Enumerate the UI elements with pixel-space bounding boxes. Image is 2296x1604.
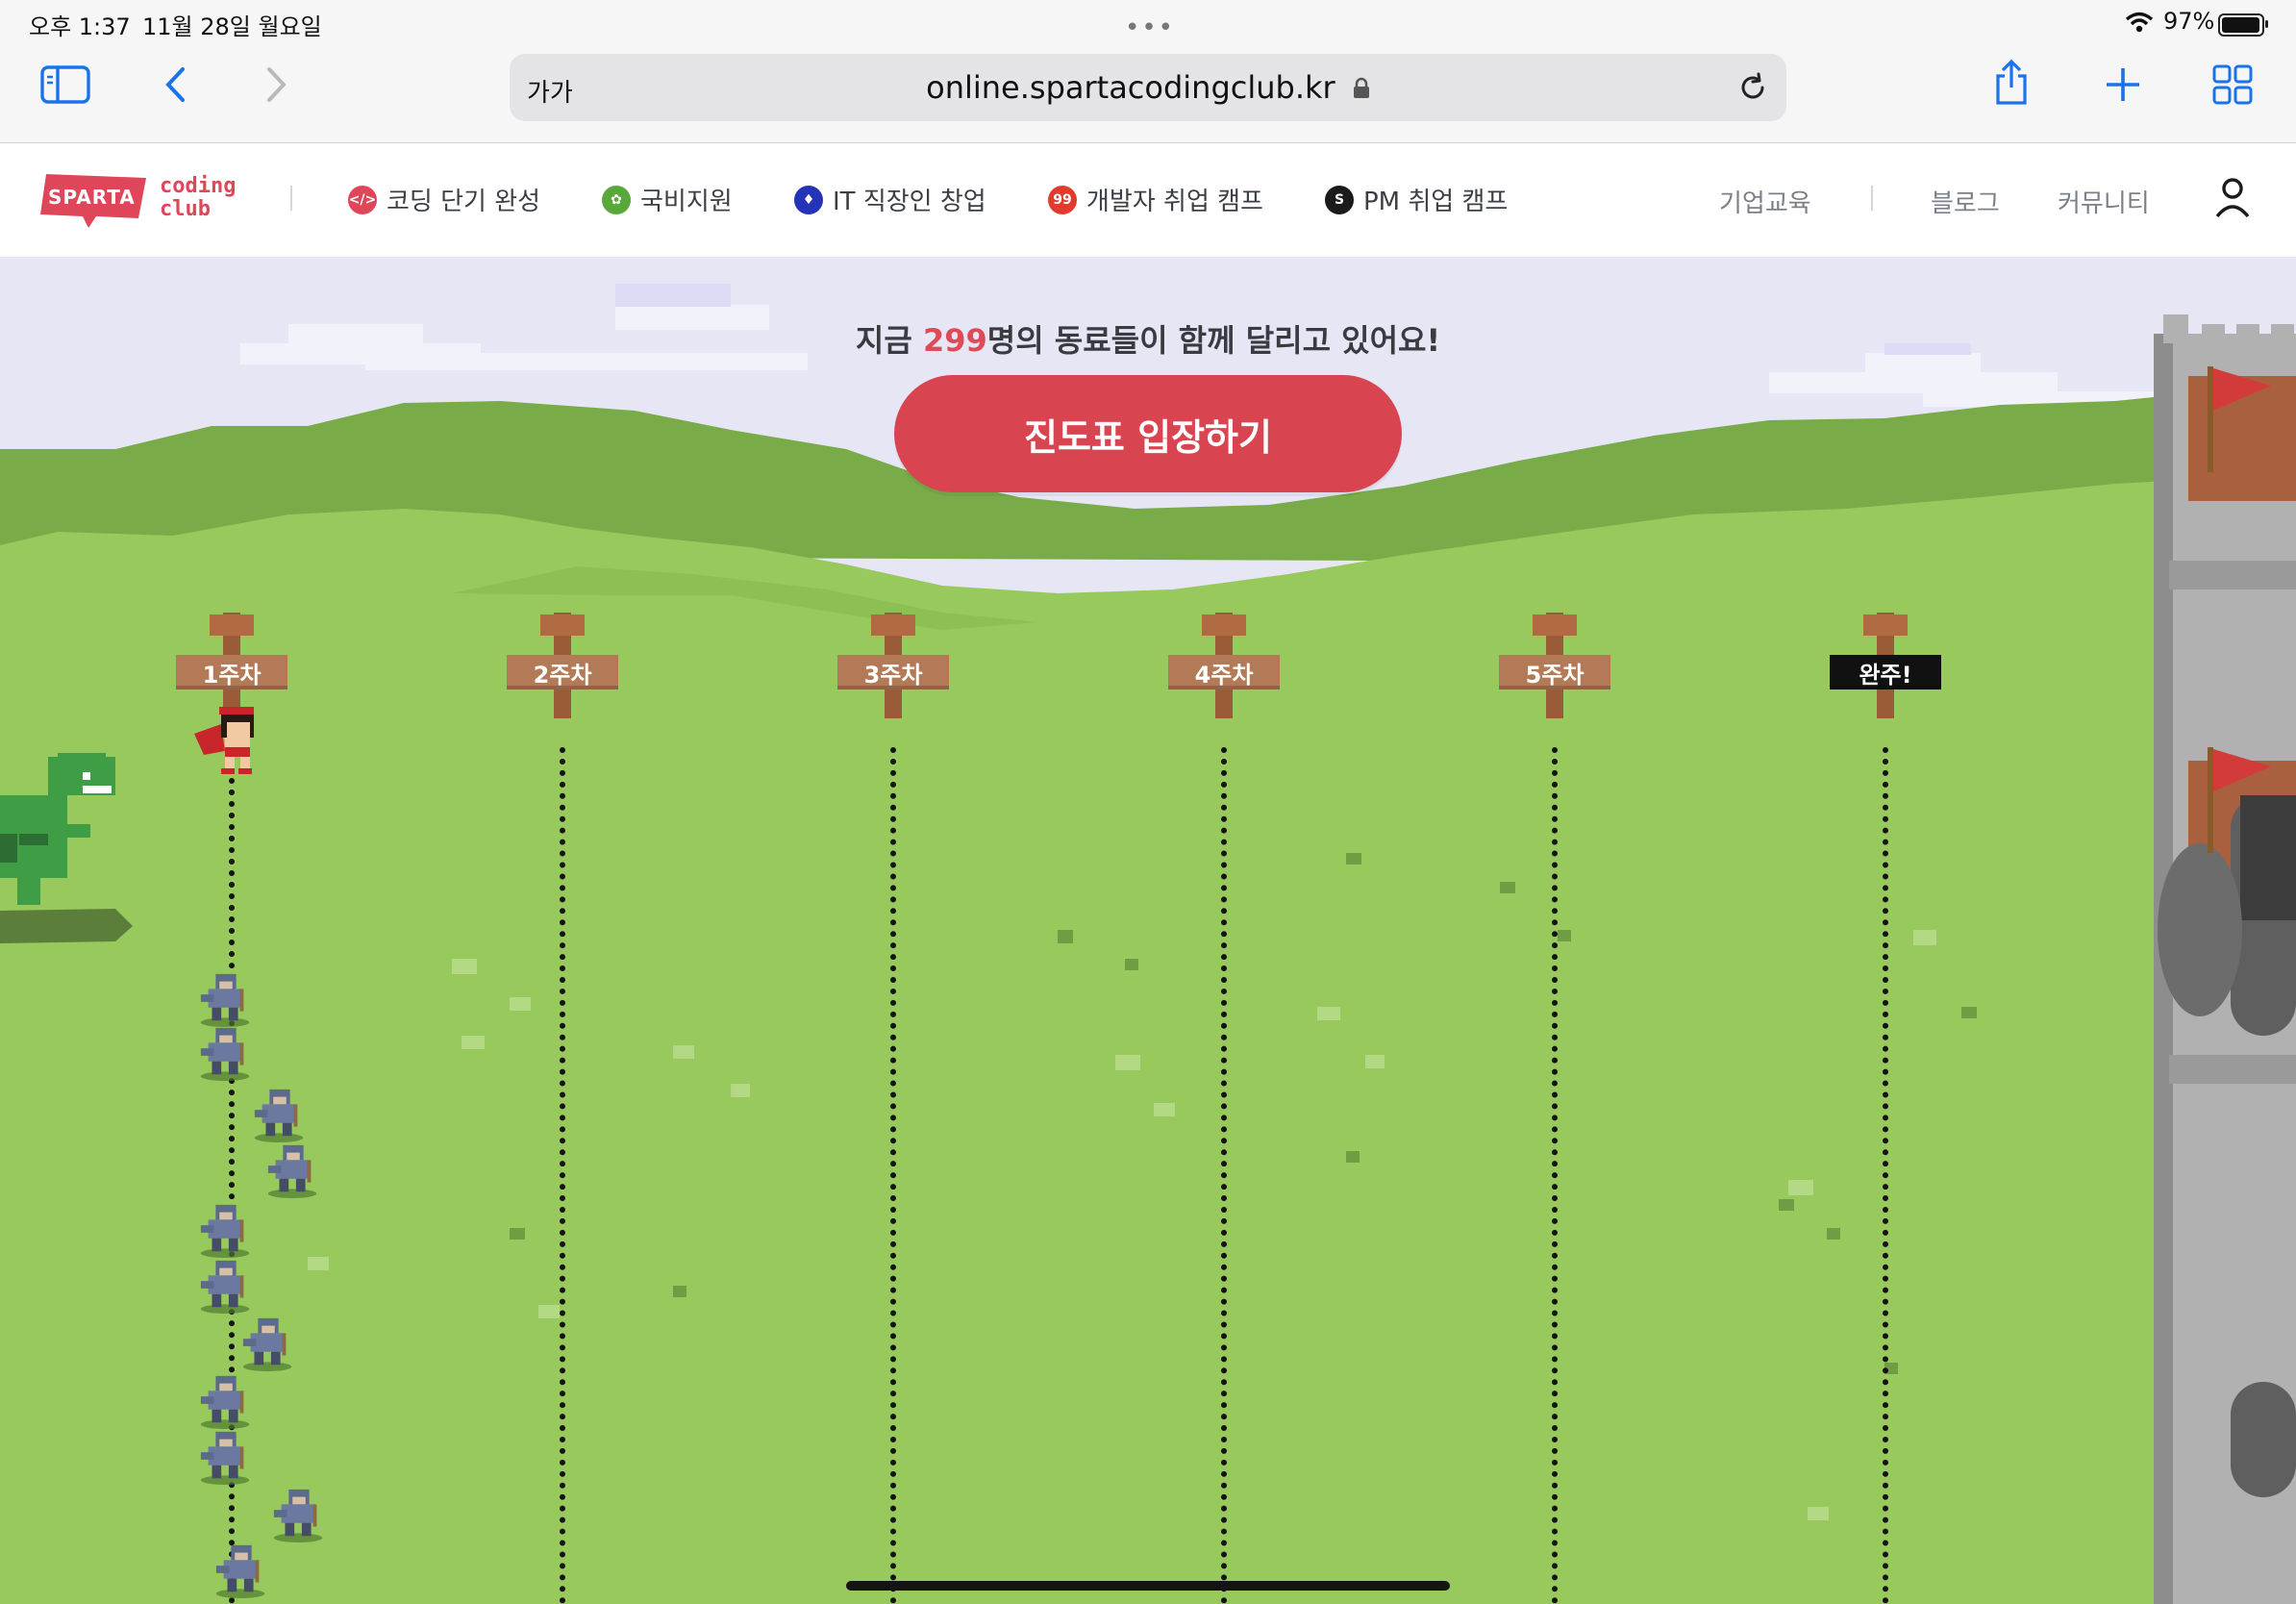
nav-b2b[interactable]: 기업교육	[1719, 184, 1811, 219]
soldier-icon	[200, 1027, 250, 1082]
sidebar-icon	[40, 65, 90, 104]
browser-chrome: 오후 1:37 11월 28일 월요일 ••• 97% 가가 online.sp…	[0, 0, 2296, 143]
battery-percent: 97%	[2163, 8, 2215, 35]
soldier-icon	[200, 1431, 250, 1486]
soldier-icon	[254, 1089, 304, 1143]
progress-race-scene: 지금 299명의 동료들이 함께 달리고 있어요! 진도표 입장하기 1주차 2…	[0, 257, 2296, 1604]
milestone-sign: 2주차	[507, 655, 618, 689]
milestone-sign: 4주차	[1168, 655, 1280, 689]
nav-label: PM 취업 캠프	[1363, 188, 1509, 216]
milestone-sign: 5주차	[1499, 655, 1610, 689]
header-divider	[1871, 186, 1873, 211]
home-indicator[interactable]	[846, 1581, 1450, 1591]
nav-dev-camp[interactable]: 99 개발자 취업 캠프	[1048, 182, 1263, 217]
logo-brand: SPARTA	[48, 186, 136, 209]
nav-it-startup[interactable]: ♦ IT 직장인 창업	[794, 182, 986, 217]
runner-count-headline: 지금 299명의 동료들이 함께 달리고 있어요!	[0, 316, 2296, 361]
logo-club: club	[160, 197, 211, 221]
nav-label: 국비지원	[640, 188, 733, 216]
enter-progress-board-button[interactable]: 진도표 입장하기	[894, 375, 1402, 492]
url-label: online.spartacodingclub.kr	[926, 69, 1335, 106]
sidebar-toggle-button[interactable]	[40, 60, 90, 110]
s-icon: S	[1325, 185, 1354, 214]
battery-level	[2222, 17, 2259, 33]
share-button[interactable]	[1986, 58, 2036, 108]
nav-label: IT 직장인 창업	[833, 188, 986, 216]
soldier-icon	[200, 1204, 250, 1259]
battery-icon	[2218, 13, 2268, 37]
user-icon[interactable]	[2213, 176, 2252, 218]
lane-line	[1221, 747, 1227, 1604]
lane-line	[1883, 747, 1888, 1604]
share-icon	[1996, 59, 2027, 105]
signpost-cap	[1533, 614, 1577, 636]
chevron-right-icon	[267, 67, 287, 102]
plus-icon	[2107, 68, 2139, 101]
nav-coding-short[interactable]: </> 코딩 단기 완성	[348, 182, 540, 217]
nav-label: 개발자 취업 캠프	[1086, 188, 1263, 216]
soldier-icon	[267, 1144, 317, 1199]
sparta-logo[interactable]: SPARTA coding club	[38, 168, 260, 232]
runner-count: 299	[922, 322, 987, 359]
wifi-icon	[2125, 12, 2154, 33]
soldier-icon	[200, 1260, 250, 1315]
signpost-cap	[1863, 614, 1908, 636]
soldier-icon	[200, 1375, 250, 1430]
multitasking-dots-icon[interactable]: •••	[1125, 13, 1175, 42]
nav-blog[interactable]: 블로그	[1931, 184, 2000, 219]
soldier-icon	[273, 1489, 323, 1543]
lane-line	[1552, 747, 1558, 1604]
status-time: 오후 1:37	[29, 13, 131, 40]
nav-label: 코딩 단기 완성	[387, 188, 541, 216]
new-tab-button[interactable]	[2098, 60, 2148, 110]
logo-coding: coding	[160, 174, 237, 198]
signpost-cap	[1202, 614, 1246, 636]
tabs-grid-icon	[2212, 64, 2253, 105]
soldier-icon	[200, 973, 250, 1028]
chevron-left-icon	[165, 67, 185, 102]
flame-icon: ♦	[794, 185, 823, 214]
99-icon: 99	[1048, 185, 1077, 214]
milestone-sign: 1주차	[176, 655, 287, 689]
site-header: SPARTA coding club </> 코딩 단기 완성 ✿ 국비지원 ♦…	[0, 143, 2296, 257]
lane-line	[890, 747, 896, 1604]
nav-community[interactable]: 커뮤니티	[2058, 184, 2150, 219]
signpost-cap	[871, 614, 915, 636]
headline-suffix: 명의 동료들이 함께 달리고 있어요!	[986, 322, 1441, 359]
code-icon: </>	[348, 185, 377, 214]
lock-icon	[1353, 77, 1369, 98]
soldier-icon	[242, 1317, 292, 1372]
forward-button[interactable]	[252, 60, 302, 110]
url-text: online.spartacodingclub.kr	[510, 69, 1786, 106]
header-divider	[290, 186, 292, 211]
headline-prefix: 지금	[855, 322, 923, 359]
nav-pm-camp[interactable]: S PM 취업 캠프	[1325, 182, 1508, 217]
nav-government-support[interactable]: ✿ 국비지원	[602, 182, 733, 217]
reload-icon[interactable]	[1736, 71, 1769, 104]
back-button[interactable]	[150, 60, 200, 110]
address-bar[interactable]: 가가 online.spartacodingclub.kr	[510, 54, 1786, 121]
milestone-sign: 3주차	[837, 655, 949, 689]
status-date: 11월 28일 월요일	[142, 13, 322, 40]
tab-overview-button[interactable]	[2208, 60, 2258, 110]
sprout-icon: ✿	[602, 185, 631, 214]
signpost-cap	[210, 614, 254, 636]
finish-sign: 완주!	[1830, 655, 1941, 689]
signpost-cap	[540, 614, 585, 636]
lane-line	[560, 747, 565, 1604]
spartan-runner	[194, 707, 254, 774]
soldier-icon	[215, 1544, 265, 1599]
